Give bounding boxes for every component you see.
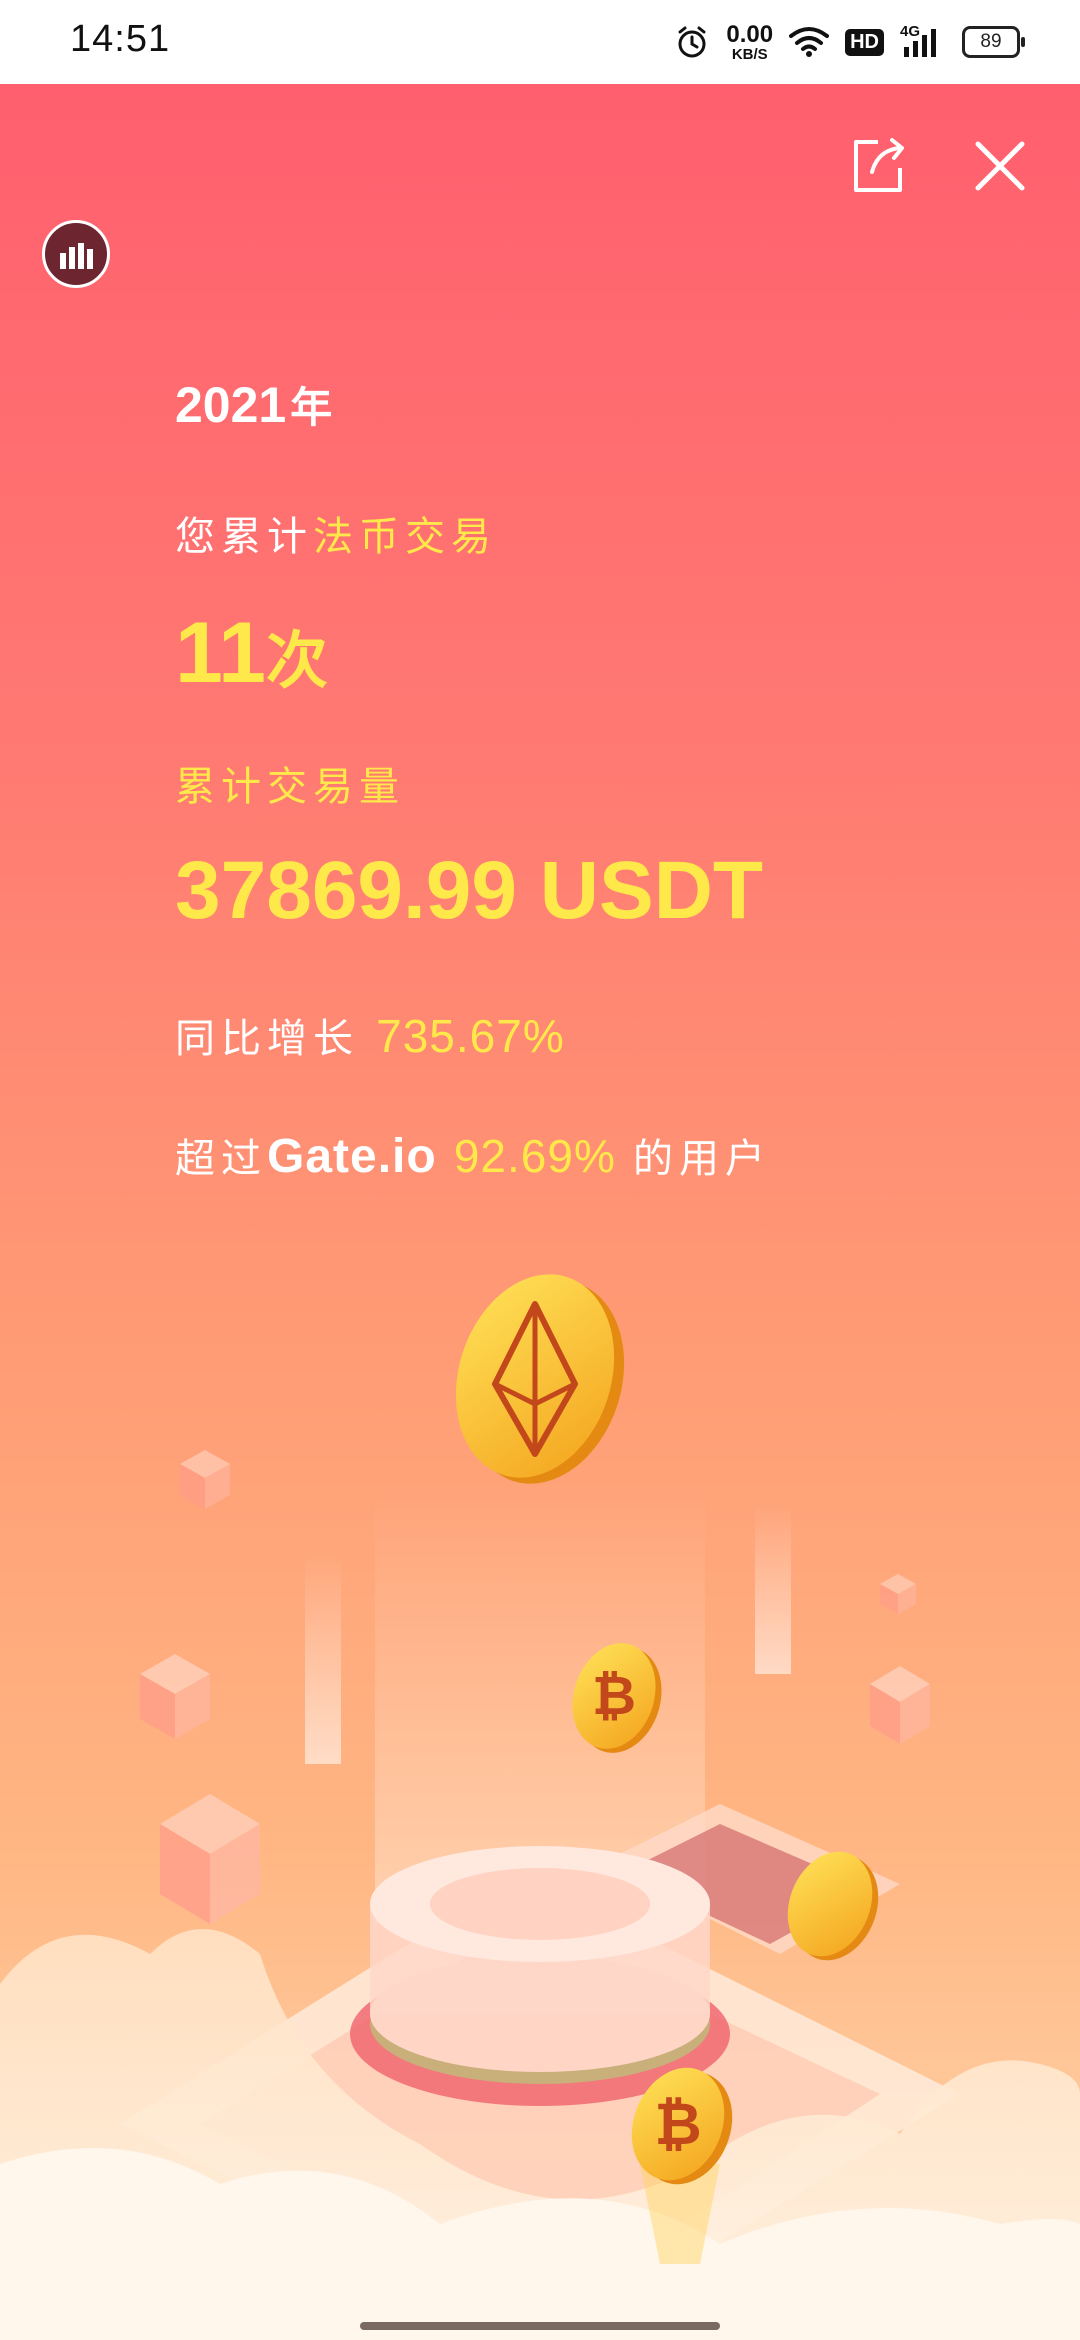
ethereum-coin-icon — [455, 1274, 625, 1484]
beyond-line: 超过Gate.io 92.69% 的用户 — [175, 1126, 771, 1184]
bar-chart-icon — [60, 243, 93, 269]
stats-button[interactable] — [42, 220, 110, 288]
beyond-value: 92.69% — [453, 1130, 616, 1182]
svg-text:₿: ₿ — [592, 1666, 636, 1726]
cube-decoration — [880, 1574, 916, 1614]
trade-count-value: 11 — [175, 605, 266, 701]
net-speed-value: 0.00 — [726, 20, 774, 48]
beyond-suffix: 的用户 — [632, 1137, 771, 1181]
alarm-icon — [678, 26, 706, 58]
crypto-illustration: ₿ ₿ — [0, 1274, 1080, 2340]
year-value: 2021 — [175, 377, 287, 433]
growth-line: 同比增长 735.67% — [175, 1006, 565, 1064]
intro-prefix: 您累计 — [175, 515, 313, 559]
signal-indicator: 4G — [900, 23, 946, 59]
growth-value: 735.67% — [376, 1010, 565, 1062]
wifi-icon — [789, 27, 830, 57]
cube-decoration — [180, 1450, 230, 1509]
light-beam — [305, 1554, 341, 1764]
share-icon[interactable] — [848, 136, 908, 196]
status-icons: 0.00 KB/S HD 4G 89 — [674, 18, 1025, 66]
close-icon[interactable] — [970, 136, 1030, 196]
volume-label: 累计交易量 — [175, 765, 405, 809]
brand-name: Gate.io — [267, 1130, 437, 1183]
cube-decoration — [160, 1794, 260, 1924]
light-beam — [755, 1504, 791, 1674]
growth-label: 同比增长 — [175, 1017, 359, 1061]
cube-decoration — [870, 1666, 930, 1744]
year-report-panel: 2021年 您累计法币交易 11次 累计交易量 37869.99 USDT 同比… — [0, 84, 1080, 2340]
trade-count: 11次 — [175, 604, 328, 703]
status-bar: 14:51 0.00 KB/S HD 4G 89 — [0, 0, 1080, 84]
signal-icon — [904, 29, 936, 57]
home-indicator[interactable] — [360, 2322, 720, 2330]
intro-line: 您累计法币交易 — [175, 504, 497, 562]
year-suffix: 年 — [290, 384, 333, 431]
status-time: 14:51 — [70, 18, 171, 60]
cube-decoration — [140, 1654, 210, 1739]
trade-count-unit: 次 — [265, 627, 328, 696]
beyond-label: 超过 — [175, 1137, 267, 1181]
pedestal — [350, 1846, 730, 2106]
net-speed-unit: KB/S — [731, 45, 768, 63]
year-heading: 2021年 — [175, 374, 332, 435]
hd-badge: HD — [845, 28, 884, 56]
intro-highlight: 法币交易 — [313, 515, 497, 559]
battery-icon: 89 — [962, 26, 1025, 58]
volume-value: 37869.99 USDT — [175, 845, 764, 936]
net-speed: 0.00 KB/S — [726, 20, 774, 63]
svg-text:₿: ₿ — [654, 2092, 701, 2157]
battery-level: 89 — [980, 31, 1002, 52]
